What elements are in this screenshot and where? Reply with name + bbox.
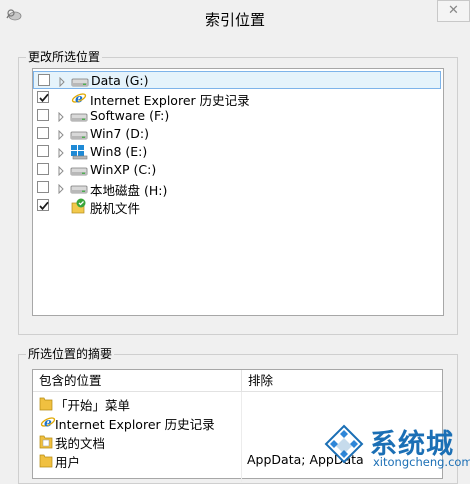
location-label: Software (F:) <box>90 108 170 123</box>
location-label: Win7 (D:) <box>90 126 149 141</box>
checkmark-icon <box>39 201 49 211</box>
checkbox-checked[interactable] <box>37 199 49 211</box>
location-label: Win8 (E:) <box>90 144 148 159</box>
expand-arrow-icon[interactable] <box>57 183 65 195</box>
internet-explorer-icon: e <box>70 90 88 106</box>
location-row[interactable]: WinXP (C:) <box>33 161 441 179</box>
svg-text:e: e <box>44 416 52 430</box>
location-row[interactable]: Win7 (D:) <box>33 125 441 143</box>
checkbox[interactable] <box>37 127 49 139</box>
change-locations-caption: 更改所选位置 <box>26 48 103 65</box>
included-location: 「开始」菜单 <box>55 398 131 413</box>
folder-icon <box>39 395 53 411</box>
included-location: Internet Explorer 历史记录 <box>55 417 215 432</box>
folder-icon <box>39 452 53 468</box>
drive-icon <box>70 126 88 142</box>
expand-arrow-icon[interactable] <box>57 129 65 141</box>
close-icon: ✕ <box>448 3 459 18</box>
checkbox[interactable] <box>37 163 49 175</box>
expand-arrow-icon[interactable] <box>57 147 65 159</box>
checkbox[interactable] <box>38 74 50 86</box>
location-label: Data (G:) <box>91 73 149 88</box>
svg-text:e: e <box>75 92 83 106</box>
checkbox[interactable] <box>37 145 49 157</box>
drive-icon <box>70 180 88 196</box>
summary-row: 「开始」菜单 <box>33 394 440 413</box>
location-row[interactable]: 脱机文件 <box>33 197 441 216</box>
close-button[interactable]: ✕ <box>437 0 470 22</box>
checkmark-icon <box>39 93 49 103</box>
drive-icon <box>70 162 88 178</box>
windows-drive-icon <box>70 144 88 160</box>
locations-tree[interactable]: Data (G:) e Internet Explorer 历史记录 Software… <box>32 68 444 316</box>
location-row[interactable]: Software (F:) <box>33 107 441 125</box>
window-title: 索引位置 <box>204 11 265 29</box>
location-row[interactable]: 本地磁盘 (H:) <box>33 179 441 198</box>
checkbox[interactable] <box>37 109 49 121</box>
expand-arrow-icon[interactable] <box>58 76 66 88</box>
expand-arrow-icon[interactable] <box>57 111 65 123</box>
internet-explorer-icon: e <box>39 414 56 430</box>
title-bar: 索引位置 ✕ <box>0 0 470 36</box>
watermark: 系统城 xitongcheng.com <box>318 420 470 472</box>
location-row[interactable]: Data (G:) <box>33 71 441 89</box>
xitongcheng-logo-icon <box>324 424 364 464</box>
watermark-url: xitongcheng.com <box>373 455 470 469</box>
drive-icon <box>71 73 89 89</box>
included-location: 我的文档 <box>55 436 106 451</box>
column-header-exclude[interactable]: 排除 <box>242 370 442 392</box>
location-label: WinXP (C:) <box>90 162 157 177</box>
column-header-included[interactable]: 包含的位置 <box>33 370 241 392</box>
documents-folder-icon <box>39 433 53 449</box>
offline-files-icon <box>70 198 88 214</box>
location-label: 脱机文件 <box>90 201 141 216</box>
expand-arrow-icon[interactable] <box>57 165 65 177</box>
drive-icon <box>70 108 88 124</box>
location-row[interactable]: e Internet Explorer 历史记录 <box>33 89 441 108</box>
included-location: 用户 <box>55 455 81 470</box>
summary-caption: 所选位置的摘要 <box>26 345 115 362</box>
checkbox[interactable] <box>37 181 49 193</box>
location-row[interactable]: Win8 (E:) <box>33 143 441 161</box>
checkbox-checked[interactable] <box>37 91 49 103</box>
